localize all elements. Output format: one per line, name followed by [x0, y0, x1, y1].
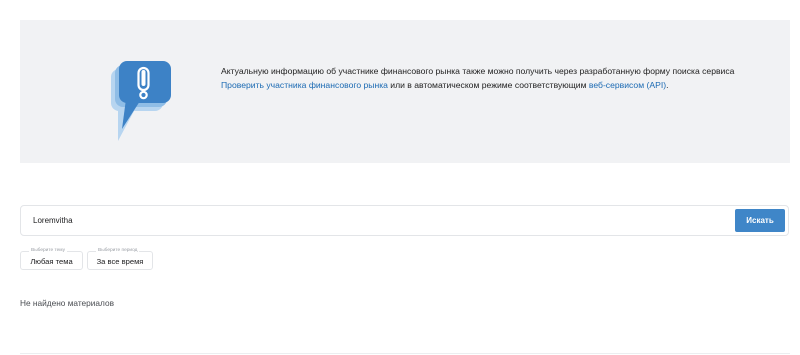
exclamation-speech-bubble-icon — [111, 61, 171, 141]
period-filter[interactable]: Выберите период За все время — [87, 247, 153, 270]
info-banner: Актуальную информацию об участнике финан… — [20, 20, 790, 163]
web-service-api-link[interactable]: веб-сервисом (API) — [589, 80, 666, 90]
info-text-middle: или в автоматическом режиме соответствую… — [387, 79, 589, 90]
search-box: Искать — [20, 205, 789, 236]
divider — [20, 353, 790, 354]
topic-filter-value: Любая тема — [30, 257, 73, 266]
page: Актуальную информацию об участнике финан… — [0, 0, 800, 355]
check-participant-link[interactable]: Проверить участника финансового рынка — [221, 80, 388, 90]
info-text: Актуальную информацию об участнике финан… — [221, 65, 741, 92]
info-text-before: Актуальную информацию об участнике финан… — [221, 66, 735, 76]
no-results-message: Не найдено материалов — [20, 298, 114, 308]
search-button[interactable]: Искать — [735, 209, 785, 232]
topic-filter-legend: Выберите тему — [29, 247, 68, 254]
search-input[interactable] — [33, 212, 723, 229]
period-filter-legend: Выберите период — [96, 247, 140, 254]
topic-filter[interactable]: Выберите тему Любая тема — [20, 247, 83, 270]
period-filter-value: За все время — [96, 257, 144, 266]
info-text-after: . — [666, 79, 669, 90]
